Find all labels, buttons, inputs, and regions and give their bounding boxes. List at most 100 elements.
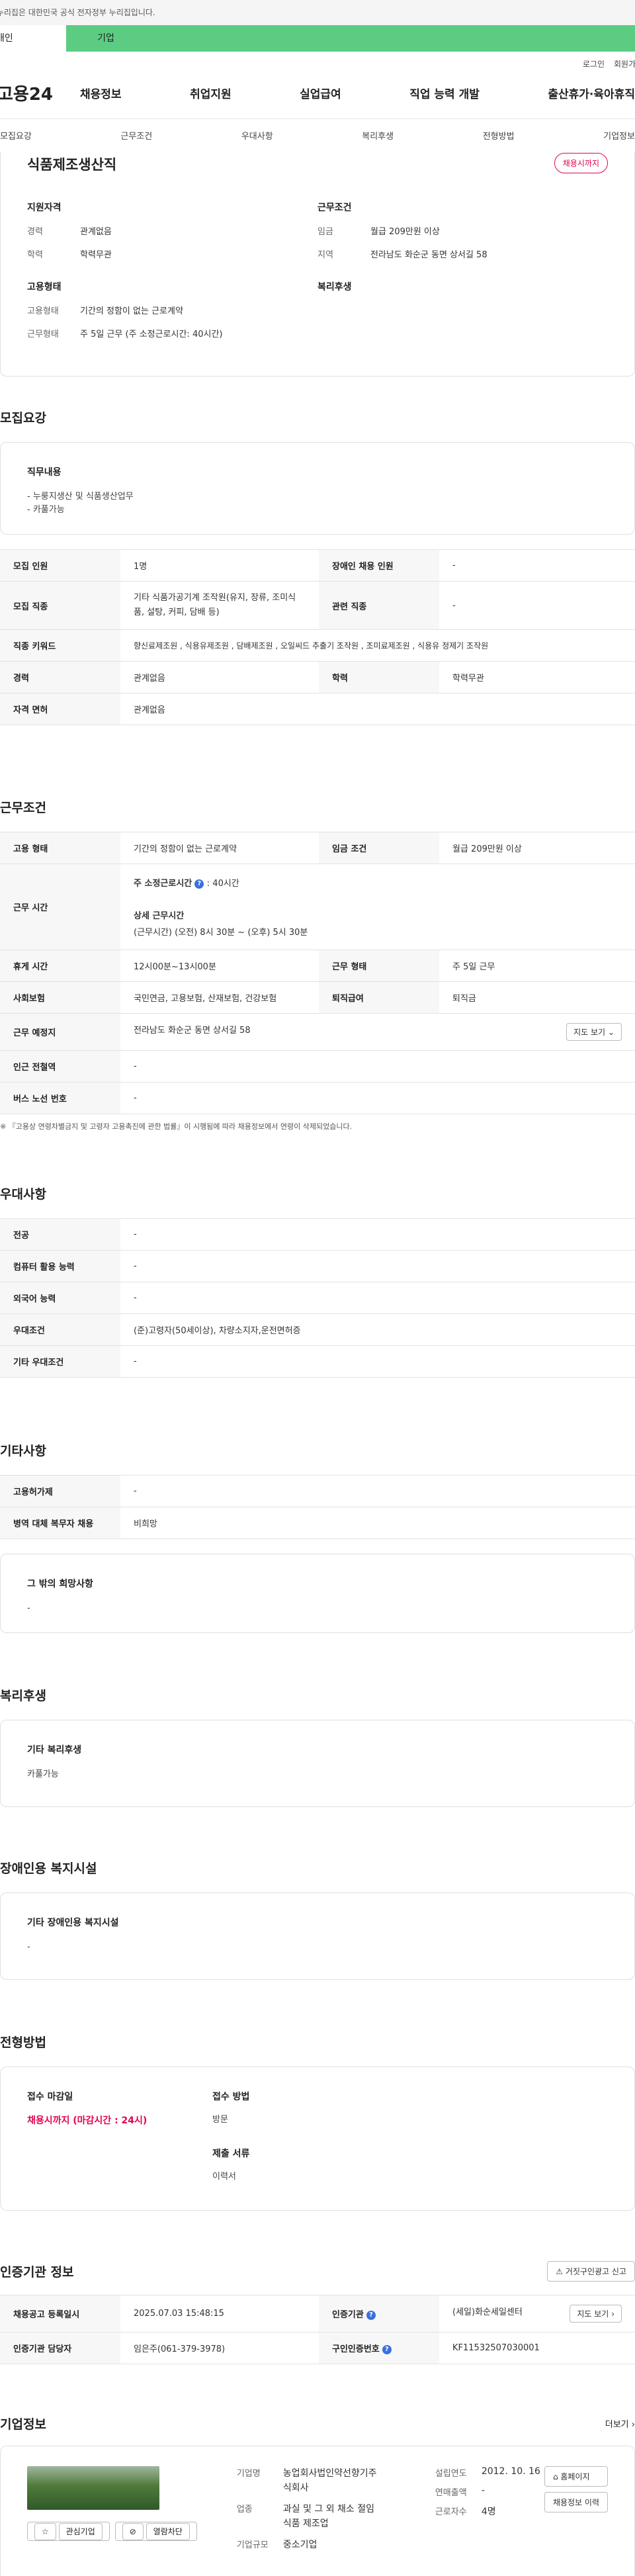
home-icon: ⌂ — [552, 2472, 558, 2481]
info-icon[interactable]: ? — [382, 2344, 392, 2354]
cell-value: 월급 209만원 이상 — [439, 832, 635, 864]
gnb-item-training[interactable]: 직업 능력 개발 — [409, 85, 480, 101]
block-label: 열람차단 — [146, 2523, 190, 2540]
table-row: 근무 시간 주 소정근로시간? : 40시간 상세 근무시간 (근무시간) (오… — [0, 864, 635, 950]
logo[interactable]: 고용24 — [0, 81, 80, 105]
label: 업종 — [236, 2505, 253, 2514]
gnb-item-leave[interactable]: 출산휴가·육아휴직 — [548, 85, 635, 101]
block-button[interactable]: ⊘ 열람차단 — [114, 2522, 197, 2541]
topbar: 개인 기업 — [0, 25, 635, 52]
cell-label: 인근 전철역 — [0, 1050, 120, 1083]
cell-value: - — [120, 1218, 635, 1251]
time-main: 주 소정근로시간? : 40시간 — [134, 876, 622, 889]
chevron-right-icon: › — [631, 2420, 635, 2430]
map-button[interactable]: 지도 보기 ⌄ — [566, 1023, 622, 1041]
gnb-item-support[interactable]: 취업지원 — [190, 85, 232, 101]
cell-value: 2025.07.03 15:48:15 — [120, 2295, 319, 2332]
table-row: 직종 키워드 향신료제조원 , 식용유제조원 , 담배제조원 , 오일씨드 추출기… — [0, 629, 635, 662]
info-icon[interactable]: ? — [366, 2310, 376, 2320]
cell-label: 병역 대체 복무자 채용 — [0, 1507, 120, 1539]
work-heading: 근무조건 — [0, 801, 46, 815]
cell-label: 모집 인원 — [0, 549, 120, 582]
employees: 4명 — [481, 2507, 496, 2517]
cell-label: 근무 형태 — [319, 950, 439, 982]
info-icon[interactable]: ? — [194, 879, 204, 889]
gov-banner: 이 누리집은 대한민국 공식 전자정부 누리집입니다. — [0, 0, 635, 25]
cell-value: 관계없음 — [120, 661, 319, 693]
time-detail-label: 상세 근무시간 — [134, 911, 185, 921]
report-icon: ⚠ — [556, 2267, 564, 2276]
table-row: 인증기관 담당자 임은주(061-379-3978) 구인인증번호? KF115325… — [0, 2332, 635, 2364]
table-row: 근무 예정지 전라남도 화순군 동면 상서길 58 지도 보기 ⌄ — [0, 1013, 635, 1051]
cell-value: 주 5일 근무 — [439, 950, 635, 982]
login-link[interactable]: 로그인 — [583, 58, 605, 69]
cell-value: KF11532507030001 — [439, 2332, 635, 2364]
cell-label: 기타 우대조건 — [0, 1345, 120, 1378]
wish-box: 그 밖의 희망사항 - — [0, 1554, 635, 1633]
cell-value: 국민연금, 고용보험, 산재보험, 건강보험 — [120, 981, 319, 1014]
cell-label: 모집 직종 — [0, 581, 120, 630]
wish-title: 그 밖의 희망사항 — [27, 1579, 93, 1589]
tab-pref[interactable]: 우대사항 — [241, 129, 273, 142]
value: 전라남도 화순군 동면 상서길 58 — [370, 250, 487, 260]
map-button-label: 지도 보기 — [577, 2309, 609, 2319]
method-value: 방문 — [212, 2115, 228, 2125]
more-link[interactable]: 더보기 › — [605, 2417, 635, 2430]
tab-work[interactable]: 근무조건 — [120, 129, 152, 142]
recruit-heading: 모집요강 — [0, 411, 46, 425]
welfare-box-title: 기타 복리후생 — [27, 1745, 82, 1755]
industry: 과실 및 그 외 채소 절임식품 제조업 — [282, 2504, 374, 2529]
cell-label: 근무 시간 — [0, 864, 120, 950]
report-button-label: 거짓구인광고 신고 — [565, 2267, 626, 2276]
value: 학력무관 — [80, 250, 112, 260]
tab-welfare[interactable]: 복리후생 — [362, 129, 394, 142]
history-button[interactable]: 채용정보 이력 — [544, 2492, 608, 2512]
cell-label: 직종 키워드 — [0, 629, 120, 662]
duty-box: 직무내용 - 누룽지생산 및 식품생산업무 - 카풀가능 — [0, 442, 635, 535]
label: 근로자수 — [435, 2507, 467, 2517]
value: 관계없음 — [80, 227, 112, 237]
fav-company-button[interactable]: ☆ 관심기업 — [27, 2522, 110, 2541]
table-row: 컴퓨터 활용 능력 - — [0, 1250, 635, 1282]
welfare-box: 기타 복리후생 카풀가능 — [0, 1720, 635, 1807]
gnb-item-benefit[interactable]: 실업급여 — [300, 85, 341, 101]
work-table: 고용 형태 기간의 정함이 없는 근로계약 임금 조건 월급 209만원 이상 근무 … — [0, 832, 635, 1114]
homepage-label: 홈페이지 — [560, 2472, 590, 2481]
label: 연매출액 — [435, 2488, 467, 2498]
cell-value: - — [120, 1050, 635, 1083]
cell-value: 퇴직금 — [439, 981, 635, 1014]
value: 주 5일 근무 (주 소정근로시간: 40시간) — [80, 330, 223, 339]
tab-person[interactable]: 개인 — [0, 25, 66, 52]
cell-value: - — [439, 581, 635, 630]
est-year: 2012. 10. 16 — [481, 2466, 540, 2477]
disab-box-title: 기타 장애인용 복지시설 — [27, 1918, 119, 1928]
signup-link[interactable]: 회원가입 — [614, 58, 635, 67]
select-heading: 전형방법 — [0, 2035, 46, 2050]
age-note: ※ 『고용상 연령차별금지 및 고령자 고용촉진에 관한 법률』이 시행됨에 따… — [0, 1122, 353, 1131]
welfare-heading: 복리후생 — [0, 1689, 46, 1703]
cell-value: 12시00분~13시00분 — [120, 950, 319, 982]
pref-table: 전공 - 컴퓨터 활용 능력 - 외국어 능력 - 우대조건 (준)고령자(50세이상)… — [0, 1218, 635, 1378]
cell-value: - — [439, 549, 635, 582]
disab-heading: 장애인용 복지시설 — [0, 1861, 97, 1876]
status-badge: 채용시까지 — [554, 153, 608, 173]
cert-map-button[interactable]: 지도 보기 › — [570, 2305, 622, 2323]
deadline-label: 접수 마감일 — [27, 2092, 73, 2102]
cell-label: 전공 — [0, 1218, 120, 1251]
tab-recruit[interactable]: 모집요강 — [0, 129, 32, 142]
label: 근무형태 — [27, 330, 59, 339]
table-row: 모집 인원 1명 장애인 채용 인원 - — [0, 549, 635, 582]
tab-company[interactable]: 기업 — [66, 25, 146, 52]
cell-label: 사회보험 — [0, 981, 120, 1014]
cell-label: 고용 형태 — [0, 832, 120, 864]
tab-select[interactable]: 전형방법 — [483, 129, 515, 142]
table-row: 인근 전철역 - — [0, 1050, 635, 1083]
star-icon: ☆ — [34, 2523, 56, 2540]
duty-line: - 카풀가능 — [27, 505, 65, 515]
homepage-button[interactable]: ⌂ 홈페이지 — [544, 2466, 608, 2487]
cell-label: 경력 — [0, 661, 120, 693]
tab-company-info[interactable]: 기업정보 — [603, 129, 635, 142]
report-button[interactable]: ⚠ 거짓구인광고 신고 — [547, 2261, 635, 2282]
table-row: 우대조건 (준)고령자(50세이상), 차량소지자,운전면허증 — [0, 1313, 635, 1346]
gnb-item-jobs[interactable]: 채용정보 — [80, 85, 122, 101]
